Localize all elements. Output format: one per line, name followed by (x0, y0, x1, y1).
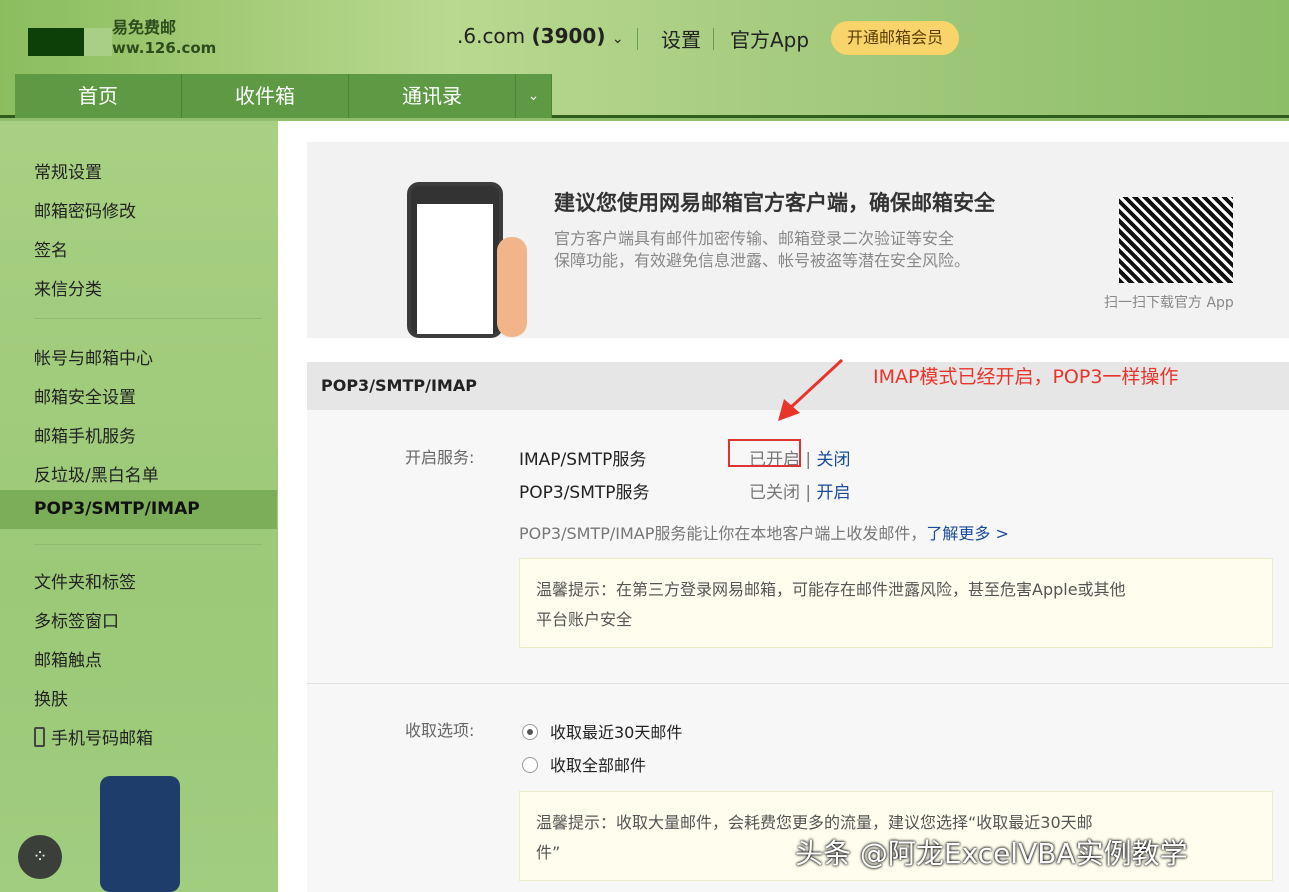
logo-line2: ww.126.com (112, 38, 216, 58)
logo[interactable] (28, 28, 84, 56)
pop3-section: POP3/SMTP/IMAP 开启服务: IMAP/SMTP服务 已开启 | 关… (307, 362, 1289, 892)
sidebar-item-general[interactable]: 常规设置 (34, 158, 102, 183)
sidebar-item-account-center[interactable]: 帐号与邮箱中心 (34, 344, 153, 369)
annotation-text: IMAP模式已经开启，POP3一样操作 (873, 362, 1178, 389)
settings-link[interactable]: 设置 (661, 24, 701, 53)
hand-illustration (497, 237, 527, 337)
banner-title: 建议您使用网易邮箱官方客户端，确保邮箱安全 (554, 187, 995, 217)
main-tabs: 首页 收件箱 通讯录 ⌄ (15, 74, 552, 118)
header: 易免费邮ww.126.com .6.com (3900) ⌄ 设置 官方App … (0, 0, 1289, 118)
sidebar-item-touchpoint[interactable]: 邮箱触点 (34, 646, 102, 671)
radio-checked-icon (522, 724, 538, 740)
sidebar-item-folders[interactable]: 文件夹和标签 (34, 568, 136, 593)
banner-desc: 官方客户端具有邮件加密传输、邮箱登录二次验证等安全保障功能，有效避免信息泄露、帐… (554, 228, 970, 272)
radio-label: 收取全部邮件 (550, 756, 646, 775)
sidebar-item-password[interactable]: 邮箱密码修改 (34, 197, 136, 222)
service-label: 开启服务: (405, 444, 474, 468)
logo-text: 易免费邮ww.126.com (112, 18, 216, 58)
fetch-label: 收取选项: (405, 717, 474, 741)
pop3-open-link[interactable]: 开启 (817, 483, 851, 503)
tab-inbox[interactable]: 收件箱 (182, 74, 349, 118)
phone-icon (34, 727, 45, 747)
qr-label: 扫一扫下载官方 App (1104, 292, 1234, 312)
divider (34, 544, 262, 545)
account-menu[interactable]: .6.com (3900) ⌄ (457, 24, 624, 48)
radio-label: 收取最近30天邮件 (550, 723, 682, 742)
sidebar-item-signature[interactable]: 签名 (34, 236, 68, 261)
tip-line2: 平台账户安全 (536, 605, 1256, 635)
sidebar-item-mobile[interactable]: 邮箱手机服务 (34, 422, 136, 447)
iphone-ad-image[interactable] (100, 776, 180, 892)
main-content: 建议您使用网易邮箱官方客户端，确保邮箱安全 官方客户端具有邮件加密传输、邮箱登录… (278, 121, 1289, 892)
client-banner: 建议您使用网易邮箱官方客户端，确保邮箱安全 官方客户端具有邮件加密传输、邮箱登录… (307, 142, 1289, 338)
chevron-down-icon: ⌄ (612, 31, 624, 47)
sidebar-item-label: 手机号码邮箱 (51, 729, 153, 749)
imap-service-name: IMAP/SMTP服务 (519, 445, 646, 470)
pop3-status: 已关闭 | 开启 (749, 478, 851, 503)
divider (34, 318, 262, 319)
account-name: .6.com (457, 24, 525, 48)
apps-icon[interactable]: ⁘ (18, 835, 62, 879)
divider (307, 683, 1289, 684)
sidebar-item-multitab[interactable]: 多标签窗口 (34, 607, 119, 632)
banner-desc-line1: 官方客户端具有邮件加密传输、邮箱登录二次验证等安全 (554, 228, 970, 250)
divider (713, 28, 714, 50)
sidebar-item-phone-mail[interactable]: 手机号码邮箱 (34, 724, 153, 749)
tip-line1: 温馨提示：在第三方登录网易邮箱，可能存在邮件泄露风险，甚至危害Apple或其他 (536, 575, 1256, 605)
pop3-status-text: 已关闭 (749, 483, 800, 503)
qr-code (1119, 197, 1233, 283)
sidebar-item-pop3[interactable]: POP3/SMTP/IMAP (0, 490, 277, 529)
unread-count: (3900) (532, 24, 606, 48)
service-desc-text: POP3/SMTP/IMAP服务能让你在本地客户端上收发邮件， (519, 524, 926, 543)
imap-close-link[interactable]: 关闭 (817, 450, 851, 470)
radio-all-mail[interactable]: 收取全部邮件 (522, 752, 646, 776)
tab-home[interactable]: 首页 (15, 74, 182, 118)
sidebar-item-spam[interactable]: 反垃圾/黑白名单 (34, 461, 159, 486)
sidebar-item-skin[interactable]: 换肤 (34, 685, 68, 710)
tabs-more-chevron-icon[interactable]: ⌄ (516, 74, 552, 118)
pop3-service-name: POP3/SMTP服务 (519, 478, 650, 503)
divider (637, 28, 638, 50)
vip-button[interactable]: 开通邮箱会员 (831, 21, 959, 55)
banner-desc-line2: 保障功能，有效避免信息泄露、帐号被盗等潜在安全风险。 (554, 250, 970, 272)
sidebar-item-security[interactable]: 邮箱安全设置 (34, 383, 136, 408)
learn-more-link[interactable]: 了解更多 > (926, 524, 1009, 543)
official-app-link[interactable]: 官方App (730, 24, 809, 53)
logo-line1: 易免费邮 (112, 18, 216, 38)
tab-contacts[interactable]: 通讯录 (349, 74, 516, 118)
phone-illustration (407, 182, 503, 338)
highlight-box (728, 439, 801, 467)
logo-blur (84, 28, 112, 56)
security-tip: 温馨提示：在第三方登录网易邮箱，可能存在邮件泄露风险，甚至危害Apple或其他平… (519, 558, 1273, 648)
annotation-arrow-icon (770, 355, 850, 425)
radio-recent-30-days[interactable]: 收取最近30天邮件 (522, 719, 682, 743)
watermark: 头条 @阿龙ExcelVBA实例教学 (795, 832, 1188, 872)
service-desc: POP3/SMTP/IMAP服务能让你在本地客户端上收发邮件，了解更多 > (519, 520, 1009, 544)
radio-unchecked-icon (522, 757, 538, 773)
sidebar-item-filters[interactable]: 来信分类 (34, 275, 102, 300)
